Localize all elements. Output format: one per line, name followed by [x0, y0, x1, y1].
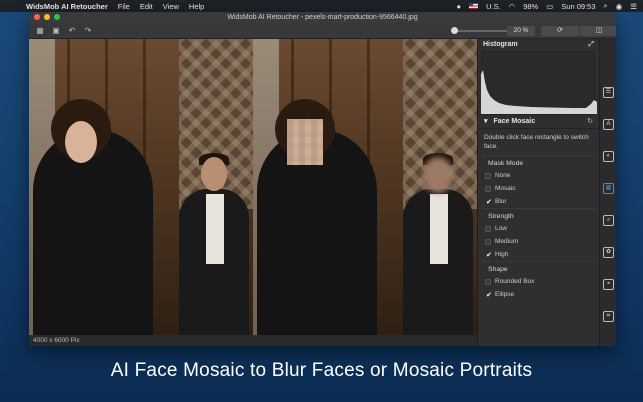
face-hint: Double click face rectangle to switch fa…: [484, 134, 589, 150]
window-title: WidsMob AI Retoucher - pexels-mart-produ…: [227, 14, 418, 21]
toolbar: ▦ ▣ ↶ ↷ 20 % ⟳ ◫: [29, 23, 616, 39]
minimize-button[interactable]: [44, 14, 50, 20]
checkbox[interactable]: [485, 225, 491, 232]
crop-icon[interactable]: ⌗: [603, 311, 614, 322]
ai-icon[interactable]: A: [603, 119, 614, 130]
photo-woman: [33, 129, 153, 335]
user-icon[interactable]: ◉: [616, 2, 623, 11]
wifi-icon[interactable]: ◠: [509, 2, 516, 11]
option-label: Mosaic: [495, 185, 516, 192]
battery-percent[interactable]: 98%: [523, 2, 538, 11]
menu-bar-status: ● U.S. ◠ 98% ▭ Sun 09:53 ⌕ ◉ ☰: [457, 0, 637, 12]
search-icon[interactable]: ⌕: [603, 215, 614, 226]
histogram-header: Histogram ⤢: [478, 39, 599, 51]
strength-title: Strength: [482, 208, 595, 222]
menu-bar: WidsMob AI Retoucher File Edit View Help…: [0, 0, 643, 12]
checkbox[interactable]: [485, 238, 491, 245]
option-blur[interactable]: ✔ Blur: [478, 195, 599, 208]
control-center-icon[interactable]: ☰: [630, 2, 637, 11]
option-label: High: [495, 251, 509, 258]
option-low[interactable]: Low: [478, 222, 599, 235]
menu-edit[interactable]: Edit: [140, 2, 153, 11]
photo-woman-face: [65, 121, 97, 163]
face-mosaic-title: Face Mosaic: [493, 118, 536, 125]
checkmark-icon[interactable]: ✔: [485, 292, 492, 299]
save-icon[interactable]: ▣: [51, 26, 61, 35]
option-rounded-box[interactable]: Rounded Box: [478, 275, 599, 288]
option-label: Blur: [495, 198, 507, 205]
photo-man-shirt: [206, 194, 224, 264]
option-ellipse[interactable]: ✔ Ellipse: [478, 288, 599, 301]
option-label: Low: [495, 225, 507, 232]
mask-mode-title: Mask Mode: [482, 155, 595, 169]
option-medium[interactable]: Medium: [478, 235, 599, 248]
input-source-label[interactable]: U.S.: [486, 2, 501, 11]
retouch-icon[interactable]: ◓: [603, 279, 614, 290]
flag-icon[interactable]: [469, 3, 479, 9]
checkmark-icon[interactable]: ✔: [485, 199, 492, 206]
reset-icon[interactable]: ↻: [587, 115, 593, 129]
checkbox[interactable]: [485, 172, 491, 179]
menu-view[interactable]: View: [163, 2, 179, 11]
checkmark-icon[interactable]: ✔: [485, 252, 492, 259]
undo-icon[interactable]: ↶: [67, 26, 77, 35]
image-dimensions: 4000 x 6000 Pix: [33, 337, 80, 344]
close-button[interactable]: [34, 14, 40, 20]
spotlight-icon[interactable]: ⌕: [604, 1, 608, 11]
blurred-face[interactable]: [423, 157, 453, 193]
status-bar: 4000 x 6000 Pix: [29, 335, 477, 346]
histogram-title: Histogram: [483, 41, 518, 48]
collapse-icon[interactable]: ▾: [484, 118, 488, 125]
grid-icon[interactable]: ▦: [35, 26, 45, 35]
processed-photo[interactable]: [253, 39, 477, 335]
zoom-slider-knob[interactable]: [451, 27, 458, 34]
image-canvas[interactable]: [29, 39, 477, 335]
window-controls: [34, 14, 60, 20]
zoom-field[interactable]: 20 %: [507, 26, 535, 36]
redo-icon[interactable]: ↷: [83, 26, 93, 35]
option-none[interactable]: None: [478, 169, 599, 182]
title-bar: WidsMob AI Retoucher - pexels-mart-produ…: [29, 12, 616, 23]
app-window: WidsMob AI Retoucher - pexels-mart-produ…: [29, 12, 616, 346]
reset-view-button[interactable]: ⟳: [541, 26, 579, 36]
portrait-icon[interactable]: ◐: [603, 151, 614, 162]
photo-man-face: [201, 157, 227, 191]
shape-group: Shape Rounded Box ✔ Ellipse: [478, 261, 599, 301]
expand-icon[interactable]: ⤢: [588, 39, 594, 51]
settings-icon[interactable]: ✿: [603, 247, 614, 258]
strength-group: Strength Low Medium ✔ High: [478, 208, 599, 261]
zoom-slider[interactable]: [451, 27, 515, 34]
mask-mode-group: Mask Mode None Mosaic ✔ Blur: [478, 155, 599, 208]
mosaic-icon[interactable]: ▩: [603, 183, 614, 194]
mosaic-face[interactable]: [287, 119, 323, 165]
menu-help[interactable]: Help: [189, 2, 204, 11]
side-panel: Histogram ⤢ ▾ Face Mosaic ↻ Double click…: [477, 39, 599, 346]
face-mosaic-header[interactable]: ▾ Face Mosaic ↻: [478, 115, 599, 129]
checkbox[interactable]: [485, 185, 491, 192]
promo-caption: AI Face Mosaic to Blur Faces or Mosaic P…: [110, 360, 533, 381]
menu-app-name[interactable]: WidsMob AI Retoucher: [26, 2, 108, 11]
photo-man-shirt: [430, 194, 448, 264]
shape-title: Shape: [482, 261, 595, 275]
option-label: Ellipse: [495, 291, 515, 298]
adjust-icon[interactable]: ☰: [603, 87, 614, 98]
record-icon[interactable]: ●: [457, 2, 462, 11]
option-label: Medium: [495, 238, 519, 245]
histogram: [481, 51, 597, 115]
option-high[interactable]: ✔ High: [478, 248, 599, 261]
option-label: Rounded Box: [495, 278, 535, 285]
menu-file[interactable]: File: [118, 2, 130, 11]
checkbox[interactable]: [485, 278, 491, 285]
compare-view-button[interactable]: ◫: [580, 26, 616, 36]
clock[interactable]: Sun 09:53: [561, 2, 595, 11]
tool-strip: ☰ A ◐ ▩ ⌕ ✿ ◓ ⌗: [599, 39, 616, 346]
original-photo[interactable]: [29, 39, 253, 335]
battery-icon[interactable]: ▭: [546, 2, 553, 11]
maximize-button[interactable]: [54, 14, 60, 20]
option-label: None: [495, 172, 511, 179]
option-mosaic[interactable]: Mosaic: [478, 182, 599, 195]
histogram-graph: [481, 70, 597, 114]
